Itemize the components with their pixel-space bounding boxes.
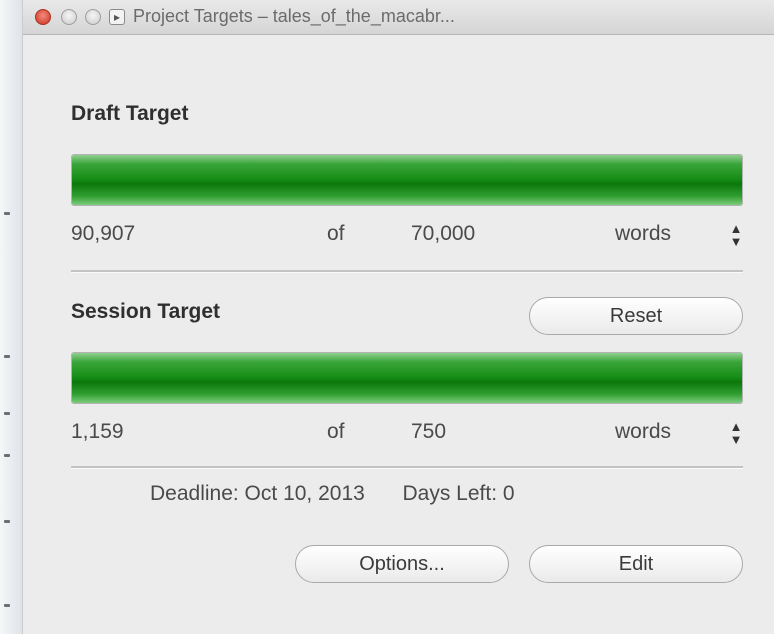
session-unit-label[interactable]: words: [615, 420, 671, 444]
draft-target-count[interactable]: 70,000: [411, 222, 475, 246]
edge-mark: [4, 604, 10, 607]
edge-mark: [4, 412, 10, 415]
edge-mark: [4, 520, 10, 523]
draft-progress-bar: [71, 154, 743, 206]
draft-target-heading: Draft Target: [71, 102, 189, 125]
document-proxy-icon[interactable]: ▸: [109, 9, 125, 25]
edge-mark: [4, 212, 10, 215]
edge-mark: [4, 454, 10, 457]
background-window-edge: [0, 0, 22, 634]
close-button[interactable]: [35, 9, 51, 25]
deadline-label: Deadline: Oct 10, 2013: [150, 482, 365, 505]
reset-button[interactable]: Reset: [529, 297, 743, 335]
up-down-arrows-icon[interactable]: ▲ ▼: [729, 420, 743, 446]
divider: [71, 270, 743, 273]
draft-progress-fill: [72, 155, 742, 205]
up-down-arrows-icon[interactable]: ▲ ▼: [729, 222, 743, 248]
zoom-button[interactable]: [85, 9, 101, 25]
project-targets-window: ▸ Project Targets – tales_of_the_macabr.…: [22, 0, 774, 634]
edit-button[interactable]: Edit: [529, 545, 743, 583]
session-target-heading: Session Target: [71, 300, 220, 323]
session-progress-fill: [72, 353, 742, 403]
options-button[interactable]: Options...: [295, 545, 509, 583]
session-progress-bar: [71, 352, 743, 404]
edge-mark: [4, 355, 10, 358]
minimize-button[interactable]: [61, 9, 77, 25]
title-bar[interactable]: ▸ Project Targets – tales_of_the_macabr.…: [23, 0, 774, 35]
window-title: Project Targets – tales_of_the_macabr...: [133, 6, 455, 26]
session-target-count[interactable]: 750: [411, 420, 446, 444]
draft-unit-label[interactable]: words: [615, 222, 671, 246]
draft-current-count[interactable]: 90,907: [71, 222, 135, 246]
draft-of-label: of: [327, 222, 345, 245]
days-left-label: Days Left: 0: [402, 482, 515, 505]
deadline-row: Deadline: Oct 10, 2013 Days Left: 0: [150, 482, 515, 506]
divider: [71, 466, 743, 469]
session-of-label: of: [327, 420, 345, 443]
session-current-count[interactable]: 1,159: [71, 420, 124, 444]
